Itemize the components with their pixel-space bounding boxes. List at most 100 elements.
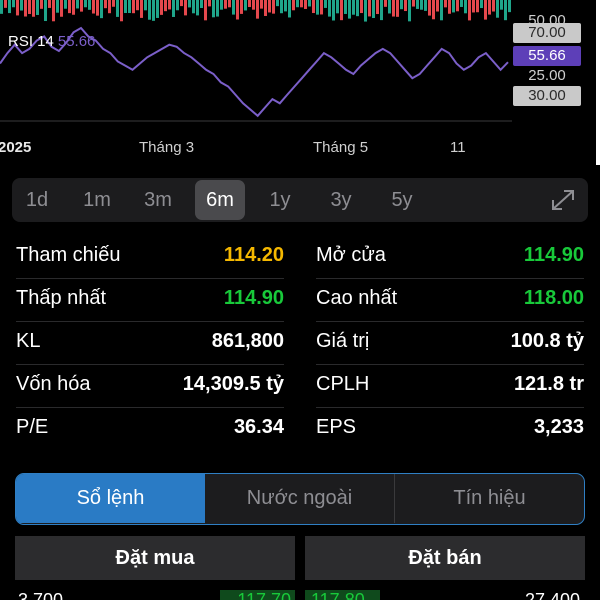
stat-value: 100.8 tỷ	[510, 330, 584, 352]
volume-bar	[476, 0, 479, 13]
order-tabs: Sổ lệnh Nước ngoài Tín hiệu	[15, 473, 585, 525]
volume-bar	[260, 0, 263, 9]
stat-row-reference: Tham chiếu 114.20	[16, 236, 284, 279]
stat-value: 36.34	[233, 416, 284, 438]
volume-bar	[96, 0, 99, 16]
volume-bar	[212, 0, 215, 18]
volume-bar	[8, 0, 11, 14]
volume-bar	[468, 0, 471, 21]
volume-bar	[80, 0, 83, 12]
expand-icon[interactable]	[550, 188, 576, 212]
volume-bar	[296, 0, 299, 8]
volume-bar	[316, 0, 319, 15]
volume-bar	[20, 0, 23, 11]
volume-bar	[220, 0, 223, 10]
volume-bar	[68, 0, 71, 14]
stat-label: EPS	[316, 416, 357, 438]
volume-bar	[368, 0, 371, 17]
stat-row-low: Thấp nhất 114.90	[16, 279, 284, 322]
range-tab-1y[interactable]: 1y	[255, 178, 305, 222]
volume-bar	[304, 0, 307, 9]
volume-bar	[108, 0, 111, 14]
volume-bar	[128, 0, 131, 14]
range-tab-6m[interactable]: 6m	[195, 180, 245, 220]
volume-bar	[400, 0, 403, 10]
volume-bar	[292, 0, 295, 11]
volume-bar	[196, 0, 199, 16]
date-label-march: Tháng 3	[139, 139, 195, 156]
rsi-chart[interactable]: RSI 14 55.66 50.00 70.00 55.66 25.00 30.0…	[0, 0, 600, 165]
stat-label: Mở cửa	[316, 244, 386, 266]
range-tab-5y[interactable]: 5y	[377, 178, 427, 222]
volume-bar	[444, 0, 447, 8]
tab-foreign[interactable]: Nước ngoài	[205, 474, 394, 523]
volume-bar	[144, 0, 147, 11]
range-tab-1d[interactable]: 1d	[12, 178, 62, 222]
volume-bar	[412, 0, 415, 7]
range-tab-1m[interactable]: 1m	[72, 178, 122, 222]
volume-bar	[328, 0, 331, 17]
volume-bar	[452, 0, 455, 13]
volume-bar	[420, 0, 423, 10]
volume-bar	[188, 0, 191, 8]
volume-bar	[244, 0, 247, 11]
volume-bar	[120, 0, 123, 22]
volume-bar	[376, 0, 379, 15]
volume-bar	[60, 0, 63, 17]
volume-bar	[360, 0, 363, 14]
stat-label: Thấp nhất	[16, 287, 107, 309]
volume-bar	[156, 0, 159, 18]
volume-bar	[312, 0, 315, 14]
axis-tag-30: 30.00	[513, 86, 581, 106]
tab-signals[interactable]: Tín hiệu	[395, 474, 584, 523]
volume-bar	[236, 0, 239, 20]
volume-bar	[4, 0, 7, 8]
range-tab-3y[interactable]: 3y	[316, 178, 366, 222]
volume-bar	[352, 0, 355, 15]
tab-order-book[interactable]: Sổ lệnh	[16, 474, 205, 523]
volume-bar	[240, 0, 243, 14]
range-tab-3m[interactable]: 3m	[133, 178, 183, 222]
volume-bar	[380, 0, 383, 21]
volume-bar	[492, 0, 495, 12]
volume-bar	[488, 0, 491, 15]
stat-label: Giá trị	[316, 330, 370, 352]
volume-bar	[356, 0, 359, 17]
volume-bar	[176, 0, 179, 11]
volume-bar	[284, 0, 287, 12]
volume-bar	[232, 0, 235, 15]
volume-bar	[428, 0, 431, 16]
volume-bar	[504, 0, 507, 21]
volume-bar	[72, 0, 75, 15]
volume-bar	[388, 0, 391, 14]
volume-bar	[364, 0, 367, 22]
stat-row-volume: KL 861,800	[16, 322, 284, 365]
volume-bar	[0, 0, 3, 14]
volume-bar	[424, 0, 427, 11]
volume-bar	[208, 0, 211, 7]
range-selector: 1d 1m 3m 6m 1y 3y 5y	[12, 178, 588, 222]
volume-bar	[16, 0, 19, 16]
buy-volume: 3,700	[18, 590, 64, 600]
volume-bar	[28, 0, 31, 14]
stat-label: Cao nhất	[316, 287, 398, 309]
volume-bar	[272, 0, 275, 14]
volume-bar	[88, 0, 91, 10]
volume-bar	[104, 0, 107, 9]
volume-bar	[268, 0, 271, 13]
sell-volume: 27,400	[524, 590, 580, 600]
volume-bar	[84, 0, 87, 8]
stat-value: 3,233	[533, 416, 584, 438]
buy-price: 117.70	[220, 590, 295, 600]
order-book-sell-header: Đặt bán	[305, 536, 585, 580]
stat-row-shares: CPLH 121.8 tr	[316, 365, 584, 408]
volume-bar	[484, 0, 487, 20]
stat-label: P/E	[16, 416, 49, 438]
volume-bar	[392, 0, 395, 17]
volume-bar	[500, 0, 503, 10]
volume-bar	[280, 0, 283, 14]
axis-tag-25: 25.00	[528, 67, 566, 84]
volume-bar	[52, 0, 55, 22]
volume-bar	[448, 0, 451, 14]
stat-row-eps: EPS 3,233	[316, 408, 584, 451]
